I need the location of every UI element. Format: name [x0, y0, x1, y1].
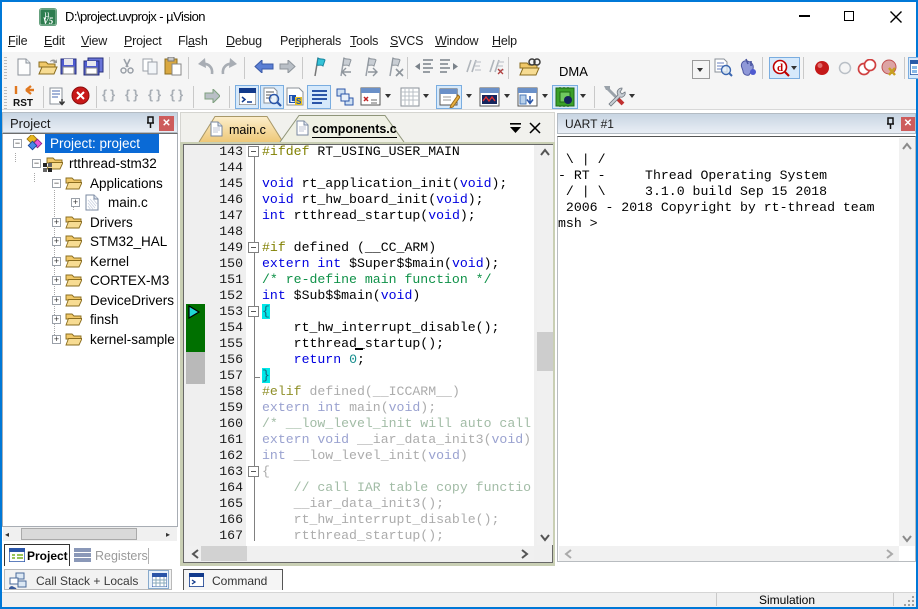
svg-text:S: S	[296, 97, 302, 106]
svg-text:L: L	[290, 95, 295, 104]
svg-text:V5: V5	[43, 16, 54, 26]
svg-text:d: d	[777, 62, 783, 74]
svg-text:RST: RST	[13, 98, 33, 109]
